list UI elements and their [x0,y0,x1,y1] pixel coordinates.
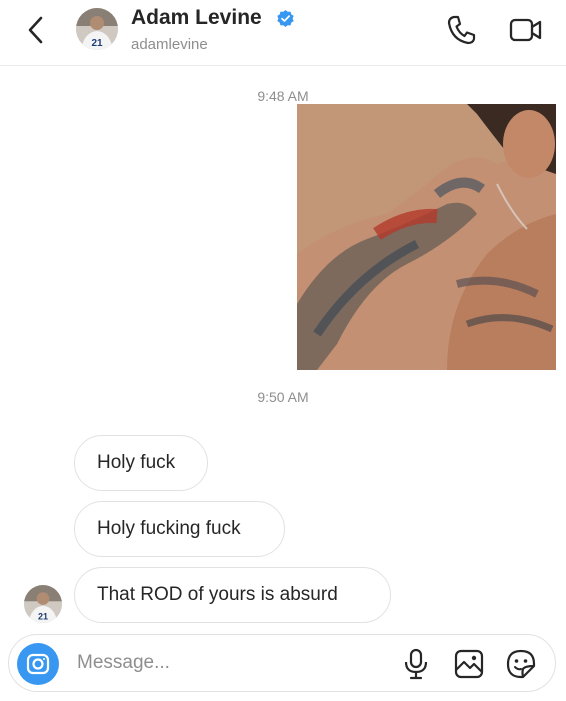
call-button[interactable] [446,14,476,46]
jersey-number: 21 [38,611,48,621]
voice-message-button[interactable] [403,648,429,680]
contact-name[interactable]: Adam Levine [131,6,262,30]
shared-photo[interactable] [297,104,556,370]
verified-badge-icon [277,9,294,28]
message-bubble[interactable]: Holy fuck [74,435,208,491]
sticker-icon [506,649,536,679]
video-call-button[interactable] [508,15,544,45]
message-bubble[interactable]: Holy fucking fuck [74,501,285,557]
gallery-button[interactable] [454,649,484,679]
microphone-icon [404,648,428,680]
profile-avatar[interactable]: 21 [76,8,118,50]
jersey-number: 21 [91,38,103,49]
message-bubble[interactable]: That ROD of yours is absurd [74,567,391,623]
contact-username: adamlevine [131,36,208,53]
image-icon [454,649,484,679]
sticker-button[interactable] [505,648,537,680]
message-timestamp: 9:48 AM [257,88,309,104]
phone-icon [447,15,476,45]
chat-header: 21 Adam Levine adamlevine [0,0,566,66]
sender-avatar[interactable]: 21 [24,585,62,623]
message-input[interactable] [77,635,377,691]
chevron-left-icon [28,16,43,44]
message-composer [8,634,556,692]
video-camera-icon [509,18,542,42]
camera-button[interactable] [17,643,59,685]
message-timestamp: 9:50 AM [257,389,309,405]
camera-icon [26,653,50,675]
back-button[interactable] [22,14,50,46]
